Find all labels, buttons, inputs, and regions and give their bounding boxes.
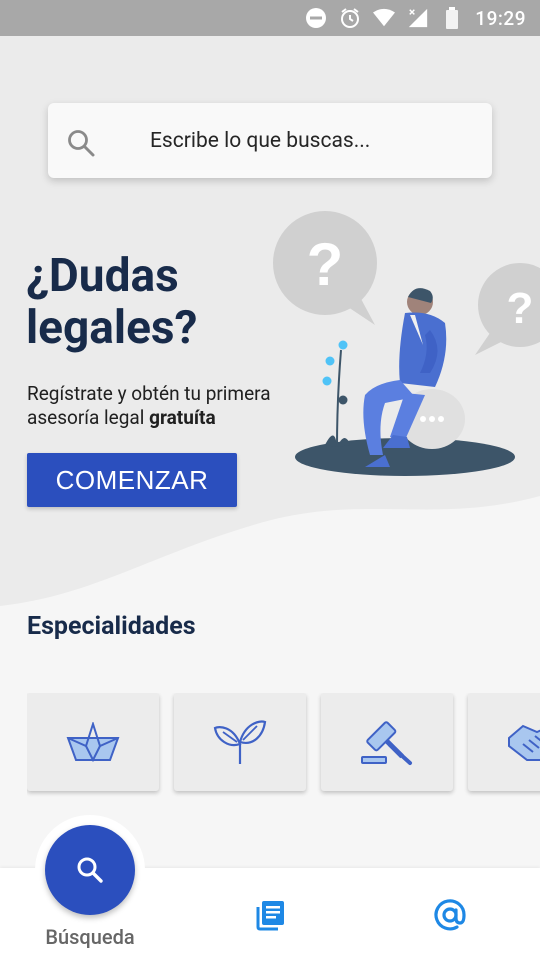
specialty-card-maritime[interactable] — [27, 693, 159, 791]
wifi-icon — [373, 7, 396, 29]
signal-icon — [407, 7, 429, 29]
specialties-carousel[interactable] — [27, 693, 540, 803]
handshake-icon — [508, 724, 540, 761]
battery-icon — [441, 7, 463, 29]
hero-headline: ¿Dudas legales? — [26, 250, 286, 354]
start-button[interactable]: COMENZAR — [27, 453, 237, 507]
status-bar: 19:29 — [0, 0, 540, 36]
status-time: 19:29 — [475, 6, 526, 30]
search-icon — [77, 857, 103, 883]
question-bubble-small-icon: ? — [475, 263, 540, 355]
alarm-icon — [339, 7, 361, 29]
svg-text:?: ? — [507, 284, 534, 333]
search-placeholder[interactable]: Escribe lo que buscas... — [150, 129, 370, 153]
hero-illustration: ? ? — [273, 211, 540, 476]
question-bubble-icon: ? — [273, 211, 377, 325]
subtitle-bold: gratuíta — [149, 406, 216, 429]
plant-icon — [322, 340, 350, 448]
headline-line-2: legales? — [26, 301, 198, 355]
search-icon — [66, 128, 96, 158]
nav-contact-button[interactable] — [430, 895, 470, 935]
news-icon — [256, 901, 284, 931]
at-icon — [434, 899, 466, 931]
gavel-icon — [361, 721, 412, 765]
nav-news-button[interactable] — [250, 895, 290, 935]
dnd-icon — [305, 7, 327, 29]
search-bar[interactable]: Escribe lo que buscas... — [48, 103, 492, 178]
headline-line-1: ¿Dudas — [26, 249, 179, 303]
sprout-icon — [213, 720, 267, 764]
paper-boat-icon — [66, 722, 120, 762]
nav-label-busqueda[interactable]: Búsqueda — [0, 925, 180, 949]
specialty-card-environmental[interactable] — [174, 693, 306, 791]
specialties-title: Especialidades — [27, 612, 196, 641]
nav-search-button[interactable] — [45, 825, 135, 915]
specialty-card-commercial[interactable] — [468, 693, 540, 791]
svg-text:?: ? — [307, 231, 344, 298]
specialty-card-civil[interactable] — [321, 693, 453, 791]
